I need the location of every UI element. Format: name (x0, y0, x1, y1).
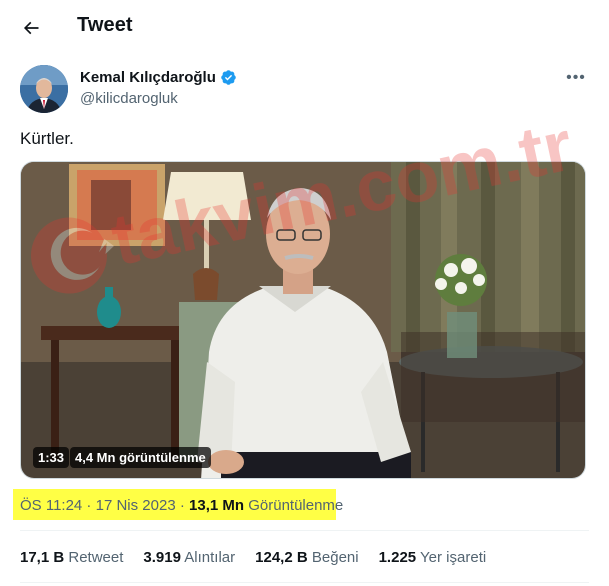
author-handle[interactable]: @kilicdarogluk (80, 90, 178, 107)
tweet-time[interactable]: ÖS 11:24 (20, 497, 82, 514)
tweet-date[interactable]: 17 Nis 2023 (96, 497, 176, 514)
tweet-meta: ÖS 11:24 · 17 Nis 2023 · 13,1 Mn Görüntü… (20, 497, 343, 514)
avatar[interactable] (20, 65, 68, 113)
view-label: Görüntülenme (248, 497, 344, 514)
view-count: 13,1 Mn (189, 497, 245, 514)
video-duration-badge: 1:33 (33, 447, 70, 468)
display-name[interactable]: Kemal Kılıçdaroğlu (80, 69, 237, 86)
stat-likes[interactable]: 124,2 B Beğeni (255, 549, 358, 566)
page-title: Tweet (77, 14, 133, 36)
divider (20, 582, 589, 583)
display-name-text: Kemal Kılıçdaroğlu (80, 69, 216, 86)
avatar-image (20, 65, 68, 113)
meta-separator: · (82, 497, 96, 514)
arrow-left-icon (23, 21, 39, 35)
verified-badge-icon (221, 70, 236, 85)
back-button[interactable] (14, 11, 48, 45)
tweet-stats: 17,1 B Retweet 3.919 Alıntılar 124,2 B B… (20, 549, 486, 566)
more-options-button[interactable]: ••• (563, 68, 589, 88)
video-views-badge: 4,4 Mn görüntülenme (70, 447, 211, 468)
tweet-text: Kürtler. (20, 129, 74, 148)
header-bar: Tweet (0, 0, 609, 54)
divider (20, 530, 589, 531)
stat-quotes[interactable]: 3.919 Alıntılar (143, 549, 235, 566)
stat-retweets[interactable]: 17,1 B Retweet (20, 549, 123, 566)
meta-separator: · (175, 497, 190, 514)
video-frame (21, 162, 585, 478)
more-dots-icon: ••• (566, 69, 586, 86)
stat-bookmarks[interactable]: 1.225 Yer işareti (379, 549, 487, 566)
video-player[interactable]: 1:33 4,4 Mn görüntülenme (20, 161, 586, 479)
